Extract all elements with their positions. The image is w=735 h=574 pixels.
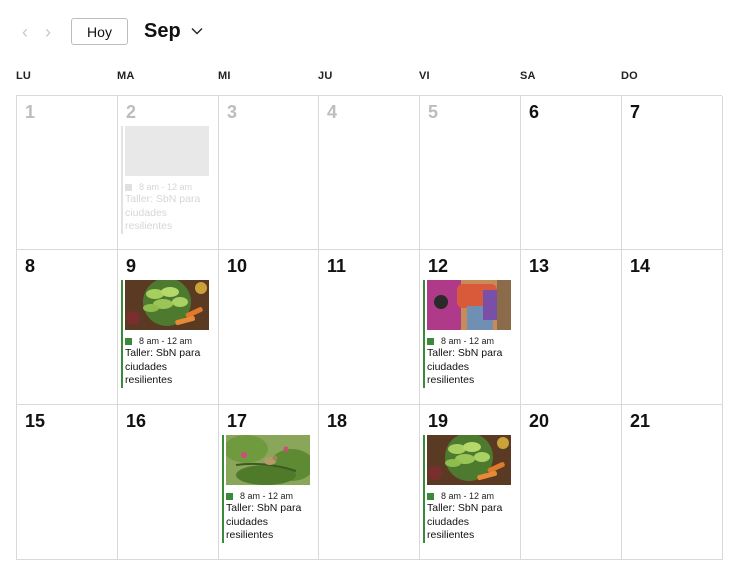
weekday-label: MA — [117, 70, 135, 82]
day-cell[interactable]: 5 — [420, 96, 521, 250]
today-button[interactable]: Hoy — [71, 18, 128, 45]
chevron-right-icon[interactable]: › — [41, 22, 55, 42]
event-time-row: 8 am - 12 am — [125, 182, 213, 192]
month-label: Sep — [144, 19, 181, 42]
event-time: 8 am - 12 am — [139, 182, 193, 192]
weekday-label: LU — [16, 70, 32, 82]
day-number: 1 — [25, 102, 36, 122]
day-number: 21 — [630, 411, 651, 431]
event-accent-bar — [423, 435, 425, 543]
chevron-left-icon[interactable]: ‹ — [18, 22, 32, 42]
day-number: 5 — [428, 102, 439, 122]
event-accent-bar — [423, 280, 425, 388]
event-accent-bar — [121, 126, 123, 234]
calendar-event[interactable]: 8 am - 12 am Taller: SbN para ciudades re… — [121, 126, 213, 234]
day-cell[interactable]: 12 8 am - 12 am Taller: SbN para ciudades … — [420, 250, 521, 405]
day-number: 19 — [428, 411, 449, 431]
day-number: 8 — [25, 256, 36, 276]
event-color-square — [427, 492, 434, 500]
day-cell[interactable]: 1 — [17, 96, 118, 250]
event-image-placeholder — [125, 126, 209, 176]
event-image — [226, 435, 310, 485]
event-title: Taller: SbN para ciudades resilientes — [427, 502, 503, 541]
day-number: 2 — [126, 102, 137, 122]
event-image — [427, 435, 511, 485]
day-number: 12 — [428, 256, 449, 276]
event-time-row: 8 am - 12 am — [125, 336, 213, 346]
day-cell[interactable]: 17 8 am - 12 am Taller: SbN para ciudades … — [219, 405, 319, 560]
weekday-header-row: LU MA MI JU VI SA DO — [16, 70, 722, 86]
day-cell[interactable]: 14 — [622, 250, 723, 405]
day-cell[interactable]: 20 — [521, 405, 622, 560]
day-number: 7 — [630, 102, 641, 122]
day-cell[interactable]: 15 — [17, 405, 118, 560]
event-color-square — [427, 337, 434, 345]
event-time-row: 8 am - 12 am — [226, 491, 314, 501]
calendar-event[interactable]: 8 am - 12 am Taller: SbN para ciudades re… — [121, 280, 213, 388]
calendar-toolbar: ‹ › Hoy Sep — [0, 0, 735, 60]
event-color-square — [125, 337, 132, 345]
event-time: 8 am - 12 am — [240, 491, 294, 501]
day-number: 17 — [227, 411, 248, 431]
event-time: 8 am - 12 am — [441, 336, 495, 346]
day-cell[interactable]: 16 — [118, 405, 219, 560]
chevron-down-icon — [191, 28, 203, 35]
day-number: 10 — [227, 256, 248, 276]
event-image — [125, 280, 209, 330]
month-dropdown[interactable]: Sep — [144, 18, 204, 44]
event-title: Taller: SbN para ciudades resilientes — [427, 347, 503, 386]
event-color-square — [226, 492, 233, 500]
day-number: 16 — [126, 411, 147, 431]
day-number: 18 — [327, 411, 348, 431]
event-time-row: 8 am - 12 am — [427, 336, 515, 346]
event-color-square — [125, 183, 132, 191]
day-cell[interactable]: 2 8 am - 12 am Taller: SbN para ciudades r… — [118, 96, 219, 250]
event-accent-bar — [121, 280, 123, 388]
day-number: 13 — [529, 256, 550, 276]
day-cell[interactable]: 11 — [319, 250, 420, 405]
day-cell[interactable]: 19 8 am - 12 am Taller: SbN para ciudades … — [420, 405, 521, 560]
weekday-label: VI — [419, 70, 430, 82]
day-number: 11 — [327, 256, 347, 276]
day-cell[interactable]: 10 — [219, 250, 319, 405]
day-cell[interactable]: 13 — [521, 250, 622, 405]
day-cell[interactable]: 7 — [622, 96, 723, 250]
event-time: 8 am - 12 am — [139, 336, 193, 346]
day-cell[interactable]: 18 — [319, 405, 420, 560]
event-accent-bar — [222, 435, 224, 543]
event-image — [427, 280, 511, 330]
event-title: Taller: SbN para ciudades resilientes — [125, 347, 201, 386]
weekday-label: MI — [218, 70, 231, 82]
weekday-label: JU — [318, 70, 333, 82]
day-number: 20 — [529, 411, 550, 431]
day-number: 14 — [630, 256, 651, 276]
calendar-event[interactable]: 8 am - 12 am Taller: SbN para ciudades re… — [222, 435, 314, 543]
day-cell[interactable]: 4 — [319, 96, 420, 250]
day-cell[interactable]: 21 — [622, 405, 723, 560]
day-cell[interactable]: 8 — [17, 250, 118, 405]
day-number: 9 — [126, 256, 137, 276]
event-title: Taller: SbN para ciudades resilientes — [125, 193, 201, 232]
month-grid: 128 am - 12 am Taller: SbN para ciudades … — [16, 95, 723, 560]
day-cell[interactable]: 6 — [521, 96, 622, 250]
event-title: Taller: SbN para ciudades resilientes — [226, 502, 302, 541]
day-number: 3 — [227, 102, 238, 122]
event-time-row: 8 am - 12 am — [427, 491, 515, 501]
day-number: 6 — [529, 102, 540, 122]
day-number: 15 — [25, 411, 46, 431]
weekday-label: SA — [520, 70, 536, 82]
calendar-event[interactable]: 8 am - 12 am Taller: SbN para ciudades re… — [423, 435, 515, 543]
event-time: 8 am - 12 am — [441, 491, 495, 501]
day-cell[interactable]: 3 — [219, 96, 319, 250]
weekday-label: DO — [621, 70, 638, 82]
calendar-event[interactable]: 8 am - 12 am Taller: SbN para ciudades re… — [423, 280, 515, 388]
day-number: 4 — [327, 102, 338, 122]
day-cell[interactable]: 9 8 am - 12 am Taller: SbN para ciudades r… — [118, 250, 219, 405]
